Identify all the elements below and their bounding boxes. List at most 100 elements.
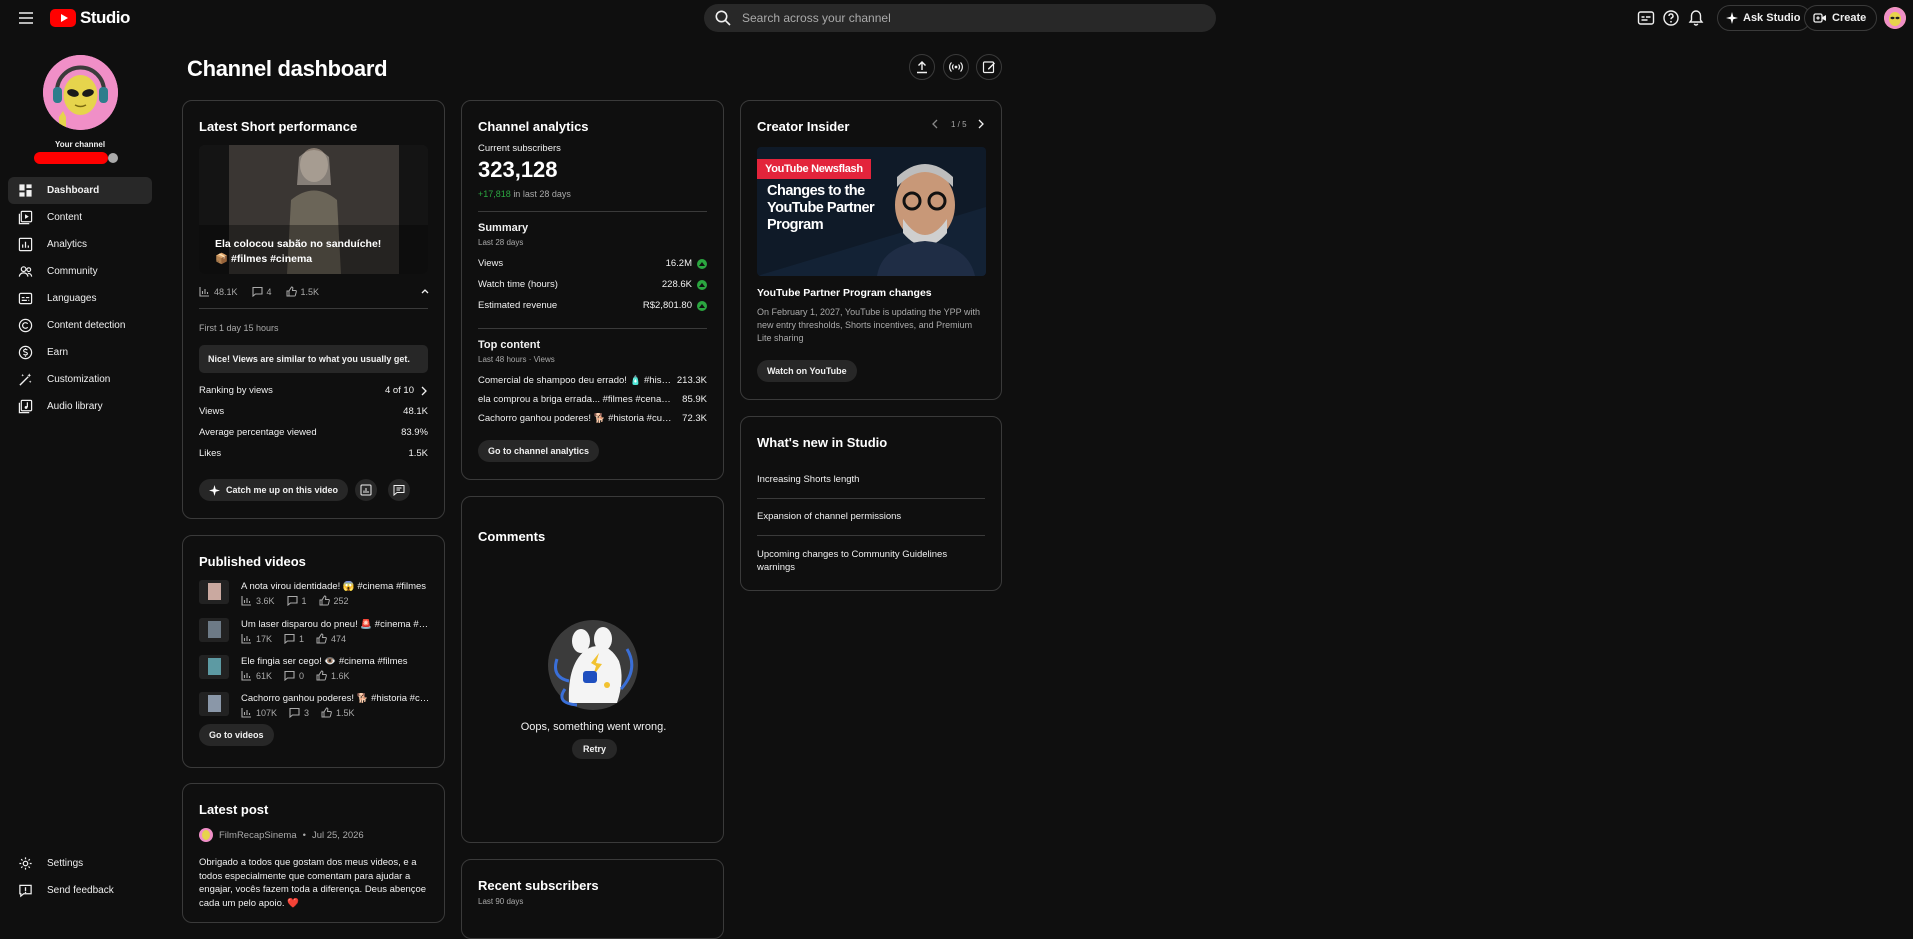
comment-icon	[251, 286, 263, 297]
subtitles-icon[interactable]	[1636, 8, 1656, 28]
catch-me-up-button[interactable]: Catch me up on this video	[199, 479, 349, 501]
up-arrow-icon	[697, 300, 707, 311]
search-bar[interactable]	[704, 4, 1216, 32]
video-views: 17K	[256, 633, 273, 644]
latest-short-card: Latest Short performance Ela colocou sab…	[182, 100, 445, 519]
divider	[199, 308, 428, 309]
studio-logo[interactable]: Studio	[50, 8, 130, 28]
channel-avatar[interactable]	[43, 55, 118, 130]
divider	[478, 211, 707, 212]
apv-row: Average percentage viewed 83.9%	[199, 427, 428, 438]
audio-library-icon	[18, 399, 33, 414]
retry-button[interactable]: Retry	[572, 739, 618, 759]
ranking-label: Ranking by views	[199, 385, 273, 396]
sidebar-item-content[interactable]: Content	[8, 204, 152, 231]
insider-body: On February 1, 2027, YouTube is updating…	[757, 307, 980, 343]
upload-button[interactable]	[909, 54, 935, 80]
account-avatar[interactable]	[1884, 7, 1906, 29]
earn-icon	[18, 345, 33, 360]
top-content-item[interactable]: Comercial de shampoo deu errado! 🧴 #hist…	[478, 375, 707, 386]
edit-pencil-icon	[982, 60, 996, 74]
post-author[interactable]: FilmRecapSinema	[219, 830, 297, 841]
go-live-button[interactable]	[943, 54, 969, 80]
collapse-chevron-icon[interactable]	[420, 286, 430, 296]
whats-new-item[interactable]: Upcoming changes to Community Guidelines…	[757, 548, 957, 574]
views-chart-icon	[241, 633, 252, 644]
whats-new-item[interactable]: Expansion of channel permissions	[757, 511, 985, 522]
comments-error: Oops, something went wrong.	[520, 721, 667, 733]
ask-studio-button[interactable]: Ask Studio	[1717, 5, 1812, 31]
watch-on-youtube-button[interactable]: Watch on YouTube	[757, 360, 857, 382]
hamburger-menu-icon[interactable]	[16, 8, 36, 28]
video-thumbnail	[199, 618, 229, 642]
top-content-title-text: ela comprou a briga errada... #filmes #c…	[478, 394, 673, 405]
prev-arrow-icon[interactable]	[931, 119, 939, 129]
comment-icon	[286, 595, 298, 606]
go-to-videos-button[interactable]: Go to videos	[199, 724, 274, 746]
likes-row: Likes 1.5K	[199, 448, 428, 459]
sidebar-item-content-detection[interactable]: Content detection	[8, 312, 152, 339]
sidebar-item-languages[interactable]: Languages	[8, 285, 152, 312]
newsflash-tag: YouTube Newsflash	[757, 159, 871, 179]
sidebar-item-settings[interactable]: Settings	[8, 850, 152, 877]
create-post-button[interactable]	[976, 54, 1002, 80]
notifications-bell-icon[interactable]	[1686, 8, 1706, 28]
sidebar-item-label: Content detection	[47, 320, 126, 331]
chevron-right-icon	[420, 386, 428, 396]
views-chart-icon	[241, 595, 252, 606]
insider-thumbnail[interactable]: YouTube Newsflash Changes to the YouTube…	[757, 147, 986, 276]
gear-icon	[18, 856, 33, 871]
top-content-period: Last 48 hours · Views	[478, 355, 555, 364]
thumbs-up-icon	[319, 595, 330, 606]
summary-period: Last 28 days	[478, 238, 524, 247]
sparkle-icon	[209, 484, 220, 496]
short-analytics-button[interactable]	[355, 479, 377, 501]
metric-value: R$2,801.80	[642, 300, 692, 311]
divider	[757, 498, 985, 499]
list-item[interactable]: Cachorro ganhou poderes! 🐕 #historia #cu…	[199, 692, 430, 722]
next-arrow-icon[interactable]	[977, 119, 985, 129]
sidebar-nav: Dashboard Content Analytics Community La…	[8, 177, 152, 420]
comment-icon	[393, 484, 405, 496]
help-icon[interactable]	[1661, 8, 1681, 28]
sparkle-icon	[1726, 12, 1738, 24]
subs-label: Current subscribers	[478, 143, 561, 154]
copyright-icon	[18, 318, 33, 333]
subs-delta-suffix: in last 28 days	[513, 189, 571, 199]
sidebar-item-community[interactable]: Community	[8, 258, 152, 285]
author-avatar[interactable]	[199, 828, 213, 842]
list-item[interactable]: A nota virou identidade! 😱 #cinema #film…	[199, 580, 430, 610]
up-arrow-icon	[697, 279, 707, 290]
sidebar-item-customization[interactable]: Customization	[8, 366, 152, 393]
list-item[interactable]: Ele fingia ser cego! 👁️ #cinema #filmes …	[199, 655, 430, 685]
search-input[interactable]	[742, 11, 1182, 25]
sidebar-item-audio-library[interactable]: Audio library	[8, 393, 152, 420]
ranking-row[interactable]: Ranking by views 4 of 10	[199, 385, 428, 396]
top-content-item[interactable]: Cachorro ganhou poderes! 🐕 #historia #cu…	[478, 413, 707, 424]
video-likes: 1.6K	[331, 670, 350, 681]
sidebar-item-dashboard[interactable]: Dashboard	[8, 177, 152, 204]
latest-post-card: Latest post FilmRecapSinema • Jul 25, 20…	[182, 783, 445, 923]
top-content-title: Top content	[478, 339, 541, 351]
whats-new-card: What's new in Studio Increasing Shorts l…	[740, 416, 1002, 591]
sidebar-item-label: Earn	[47, 347, 69, 358]
short-comments-button[interactable]	[388, 479, 410, 501]
sidebar-item-label: Settings	[47, 858, 84, 869]
create-button[interactable]: Create	[1804, 5, 1878, 31]
sidebar-item-analytics[interactable]: Analytics	[8, 231, 152, 258]
sidebar-item-send-feedback[interactable]: Send feedback	[8, 877, 152, 904]
sidebar-item-earn[interactable]: Earn	[8, 339, 152, 366]
video-stats: 61K 0 1.6K	[241, 670, 350, 681]
top-content-item[interactable]: ela comprou a briga errada... #filmes #c…	[478, 394, 707, 405]
whats-new-item[interactable]: Increasing Shorts length	[757, 474, 985, 485]
summary-title: Summary	[478, 222, 529, 234]
short-thumbnail[interactable]: Ela colocou sabão no sanduíche! 📦 #filme…	[199, 145, 428, 274]
short-views-stat: 48.1K	[199, 286, 238, 297]
languages-icon	[18, 291, 33, 306]
video-thumbnail	[199, 692, 229, 716]
analytics-icon	[360, 484, 372, 496]
short-caption: Ela colocou sabão no sanduíche! 📦 #filme…	[215, 238, 382, 265]
list-item[interactable]: Um laser disparou do pneu! 🚨 #cinema #fi…	[199, 618, 430, 648]
go-to-analytics-button[interactable]: Go to channel analytics	[478, 440, 600, 462]
sidebar-item-label: Content	[47, 212, 83, 223]
